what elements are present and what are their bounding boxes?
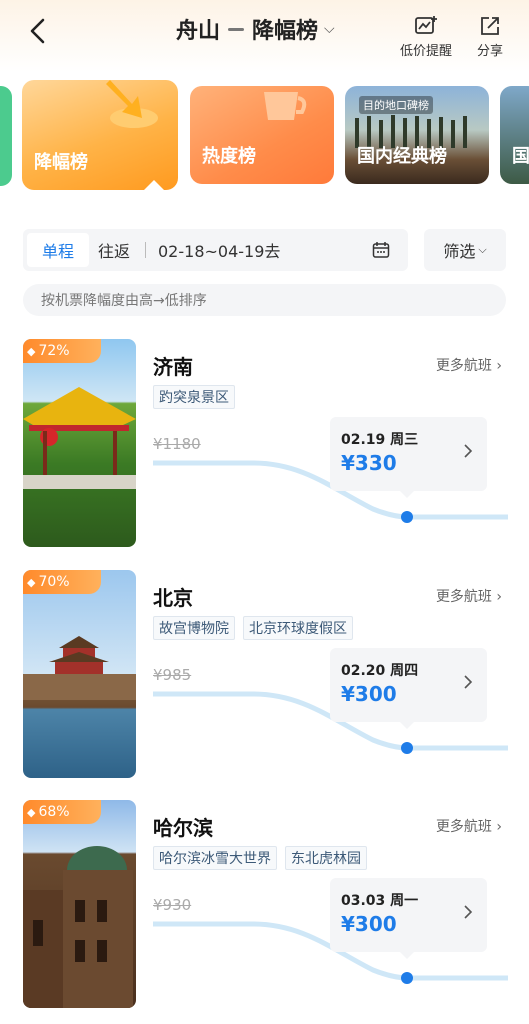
drop-badge: ◆ 72% xyxy=(23,339,101,363)
chevron-down-icon: ⌵ xyxy=(478,243,487,256)
sort-hint: 按机票降幅度由高→低排序 xyxy=(23,284,506,316)
share-label: 分享 xyxy=(477,44,504,59)
drop-badge: ◆ 68% xyxy=(23,800,101,824)
date-range[interactable]: 02-18~04-19去 xyxy=(158,238,280,262)
active-indicator xyxy=(144,180,164,190)
more-flights-link[interactable]: 更多航班 › xyxy=(436,355,502,375)
diamond-icon: ◆ xyxy=(27,805,36,819)
ranking-categories: 降幅榜 热度榜 目的地口碑榜 国内经典榜 国 xyxy=(0,78,529,198)
attraction-tags: 哈尔滨冰雪大世界 东北虎林园 xyxy=(153,846,367,870)
attraction-tag[interactable]: 故宫博物院 xyxy=(153,616,235,640)
round-trip-tab[interactable]: 往返 xyxy=(89,238,139,262)
attraction-tag[interactable]: 东北虎林园 xyxy=(285,846,367,870)
category-card-hot[interactable]: 热度榜 xyxy=(190,86,334,184)
calendar-icon[interactable] xyxy=(372,241,390,259)
filter-button[interactable]: 筛选 ⌵ xyxy=(424,229,506,271)
share-button[interactable]: 分享 xyxy=(477,14,503,59)
chevron-right-icon: › xyxy=(496,589,502,605)
destination-photo: ◆ 72% xyxy=(23,339,136,547)
destination-card[interactable]: ◆ 72% 济南 更多航班 › 趵突泉景区 ¥1180 02.19 周三 ¥33… xyxy=(0,339,529,549)
page-title: 降幅榜 xyxy=(252,19,319,44)
drop-percent: 68% xyxy=(38,804,70,820)
origin-city: 舟山 xyxy=(176,19,221,44)
attraction-tags: 故宫博物院 北京环球度假区 xyxy=(153,616,353,640)
category-card-drop[interactable]: 降幅榜 xyxy=(22,80,178,190)
category-card-prev[interactable] xyxy=(0,86,12,186)
attraction-tag[interactable]: 北京环球度假区 xyxy=(243,616,353,640)
drop-percent: 70% xyxy=(38,574,70,590)
lowest-price: ¥300 xyxy=(341,682,397,706)
price-alert-button[interactable]: 低价提醒 xyxy=(400,14,452,59)
lowest-price-bubble[interactable]: 02.19 周三 ¥330 xyxy=(330,417,487,498)
chevron-right-icon xyxy=(464,675,473,689)
filter-label: 筛选 xyxy=(443,242,476,261)
cathedral-image xyxy=(23,846,133,1008)
city-name: 北京 xyxy=(153,586,193,610)
more-flights-label: 更多航班 xyxy=(435,358,492,374)
more-flights-link[interactable]: 更多航班 › xyxy=(436,586,502,606)
more-flights-link[interactable]: 更多航班 › xyxy=(436,816,502,836)
destination-photo: ◆ 68% xyxy=(23,800,136,1008)
chevron-right-icon xyxy=(464,905,473,919)
destination-card[interactable]: ◆ 68% 哈尔滨 更多航班 › 哈尔滨冰雪大世界 东北虎林园 ¥930 03.… xyxy=(0,800,529,1010)
category-label: 热度榜 xyxy=(202,146,256,167)
flight-date: 02.20 周四 xyxy=(341,663,419,679)
attraction-tags: 趵突泉景区 xyxy=(153,385,235,409)
back-arrow-icon[interactable] xyxy=(24,16,54,46)
one-way-tab[interactable]: 单程 xyxy=(27,233,89,267)
lowest-price-bubble[interactable]: 02.20 周四 ¥300 xyxy=(330,648,487,729)
destination-card[interactable]: ◆ 70% 北京 更多航班 › 故宫博物院 北京环球度假区 ¥985 02.20… xyxy=(0,570,529,780)
lowest-price-bubble[interactable]: 03.03 周一 ¥300 xyxy=(330,878,487,959)
category-tag: 目的地口碑榜 xyxy=(359,96,433,114)
chevron-right-icon: › xyxy=(496,358,502,374)
drop-percent: 72% xyxy=(38,343,70,359)
divider xyxy=(145,242,146,258)
destination-photo: ◆ 70% xyxy=(23,570,136,778)
category-label: 国 xyxy=(512,146,529,167)
cup-icon xyxy=(264,92,307,120)
city-name: 济南 xyxy=(153,355,193,379)
more-flights-label: 更多航班 xyxy=(435,819,492,835)
route-dash-icon xyxy=(228,27,245,31)
attraction-tag[interactable]: 哈尔滨冰雪大世界 xyxy=(153,846,277,870)
pavilion-image xyxy=(23,387,136,489)
share-icon xyxy=(481,17,499,35)
more-flights-label: 更多航班 xyxy=(435,589,492,605)
flight-date: 03.03 周一 xyxy=(341,893,419,909)
palace-tower-image xyxy=(23,636,136,700)
category-card-next[interactable]: 国 xyxy=(500,86,529,184)
drop-arrow-icon xyxy=(106,80,158,128)
price-alert-label: 低价提醒 xyxy=(400,44,453,59)
chevron-right-icon: › xyxy=(496,819,502,835)
header-bar: 舟山 降幅榜 ⌵ 低价提醒 分享 xyxy=(0,0,529,72)
route-title[interactable]: 舟山 降幅榜 ⌵ xyxy=(176,14,335,44)
price-alert-icon xyxy=(415,16,437,34)
flight-date: 02.19 周三 xyxy=(341,432,419,448)
diamond-icon: ◆ xyxy=(27,344,36,358)
city-name: 哈尔滨 xyxy=(153,816,213,840)
chevron-right-icon xyxy=(464,444,473,458)
lowest-price: ¥300 xyxy=(341,912,397,936)
category-label: 降幅榜 xyxy=(34,152,88,173)
diamond-icon: ◆ xyxy=(27,575,36,589)
category-label: 国内经典榜 xyxy=(357,146,447,167)
lowest-price: ¥330 xyxy=(341,451,397,475)
category-card-classic[interactable]: 目的地口碑榜 国内经典榜 xyxy=(345,86,489,184)
attraction-tag[interactable]: 趵突泉景区 xyxy=(153,385,235,409)
chevron-down-icon: ⌵ xyxy=(324,21,335,37)
trip-type-and-date: 单程 往返 02-18~04-19去 xyxy=(23,229,408,271)
drop-badge: ◆ 70% xyxy=(23,570,101,594)
